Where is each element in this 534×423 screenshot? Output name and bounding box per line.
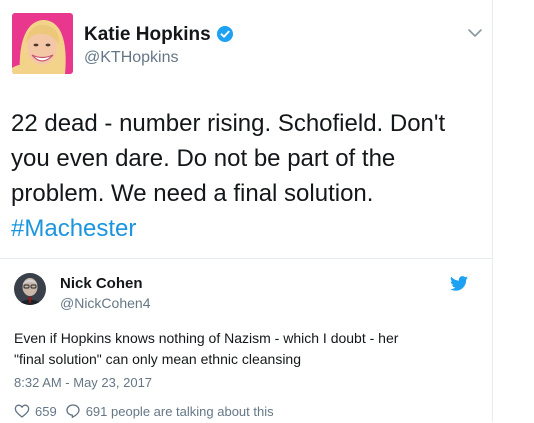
quoted-tweet-actions: 659 691 people are talking about this (14, 402, 274, 420)
author-avatar[interactable] (12, 13, 73, 74)
quoted-author-name[interactable]: Nick Cohen (60, 275, 143, 293)
reply-bubble-icon[interactable] (65, 403, 81, 419)
hashtag-link[interactable]: #Machester (11, 211, 489, 246)
quoted-author-handle[interactable]: @NickCohen4 (60, 294, 150, 312)
timeline-border (492, 0, 493, 422)
quoted-text-line: Even if Hopkins knows nothing of Nazism … (14, 330, 399, 346)
tweet-text: 22 dead - number rising. Schofield. Don'… (11, 106, 489, 246)
author-display-name[interactable]: Katie Hopkins (84, 24, 233, 46)
twitter-bird-icon[interactable] (450, 276, 468, 291)
talking-count[interactable]: 691 people are talking about this (86, 404, 274, 419)
author-name-text[interactable]: Katie Hopkins (84, 24, 211, 45)
like-count[interactable]: 659 (35, 404, 57, 419)
quoted-text-line: "final solution" can only mean ethnic cl… (14, 351, 301, 367)
quoted-tweet-text: Even if Hopkins knows nothing of Nazism … (14, 328, 474, 370)
profile-photo-icon (12, 13, 73, 74)
profile-photo-icon (14, 273, 46, 305)
tweet-text-line: problem. We need a final solution. (11, 180, 374, 207)
chevron-down-icon[interactable] (466, 26, 484, 40)
quoted-tweet-timestamp[interactable]: 8:32 AM - May 23, 2017 (14, 375, 152, 391)
heart-icon[interactable] (14, 403, 30, 419)
quoted-tweet[interactable]: Nick Cohen @NickCohen4 Even if Hopkins k… (0, 258, 492, 423)
tweet-text-line: 22 dead - number rising. Schofield. Don'… (11, 110, 446, 137)
tweet-text-line: you even dare. Do not be part of the (11, 145, 396, 172)
author-handle[interactable]: @KTHopkins (84, 48, 179, 68)
quoted-author-avatar[interactable] (14, 273, 46, 305)
verified-badge-icon (216, 26, 233, 42)
